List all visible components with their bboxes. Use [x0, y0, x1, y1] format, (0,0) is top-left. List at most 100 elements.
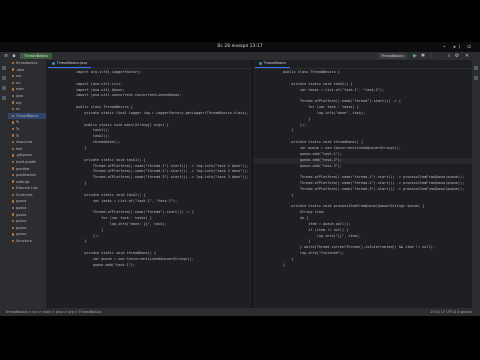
- left-editor[interactable]: ThreadBasics.java import org.slf4j.Logge…: [46, 60, 253, 308]
- file-icon: [12, 239, 15, 243]
- tree-item-label: org: [15, 100, 22, 105]
- clock[interactable]: Вс 28 января 13:17: [0, 44, 480, 49]
- code-line[interactable]: queue.add("task-1");: [46, 263, 252, 269]
- main-toolbar: ≡ ▪ ThreadBasics ThreadBasics ▶ ✱ ⋮ ⌕ ⚙ …: [0, 52, 480, 60]
- system-tray[interactable]: ⌁ ◂) ⏻: [443, 44, 474, 50]
- tree-item[interactable]: resources: [8, 139, 46, 146]
- file-icon: [12, 68, 15, 71]
- status-bar: threadbasics > src > main > java > org >…: [0, 308, 480, 316]
- gradle-icon[interactable]: [474, 76, 478, 80]
- tree-item[interactable]: Scratches: [8, 192, 46, 199]
- search-icon[interactable]: ⌕: [446, 53, 452, 59]
- file-icon: [12, 107, 15, 111]
- code-area-left[interactable]: import org.slf4j.LoggerFactory; import ja…: [46, 70, 252, 269]
- project-icon[interactable]: ▪: [11, 53, 17, 59]
- tree-item[interactable]: gradlew: [8, 166, 46, 173]
- tree-item-label: guava: [15, 199, 27, 204]
- file-icon: [12, 167, 15, 170]
- code-area-right[interactable]: public class ThreadBasics { private stat…: [253, 70, 472, 269]
- right-editor[interactable]: ThreadBasics public class ThreadBasics {…: [253, 60, 472, 308]
- tree-item-label: .idea: [15, 67, 25, 72]
- tree-item[interactable]: org: [8, 100, 46, 107]
- tree-item[interactable]: External Libs: [8, 185, 46, 192]
- tree-item[interactable]: Structure: [8, 238, 46, 245]
- tree-item-label: ThreadBasics: [15, 113, 39, 118]
- tree-item[interactable]: java: [8, 93, 46, 100]
- right-editor-tabs: ThreadBasics: [253, 60, 472, 69]
- tab-label: ThreadBasics.java: [56, 61, 88, 65]
- tree-item[interactable]: guava: [8, 212, 46, 219]
- tree-item[interactable]: Ts: [8, 133, 46, 140]
- structure-tool-icon[interactable]: [2, 86, 6, 90]
- tree-item-label: Ts: [15, 126, 20, 131]
- more-icon[interactable]: ⋮: [428, 53, 434, 59]
- file-icon: [12, 213, 15, 216]
- file-icon: [12, 226, 15, 230]
- tree-item[interactable]: threadbasics: [8, 60, 46, 67]
- tree-item-label: Ts: [15, 120, 20, 125]
- file-icon: [12, 180, 15, 183]
- tree-item-label: resources: [15, 140, 33, 145]
- tree-item-label: guava: [15, 212, 27, 217]
- tree-item[interactable]: main: [8, 86, 46, 93]
- tree-item[interactable]: guava: [8, 198, 46, 205]
- tree-item-label: guava: [15, 225, 27, 230]
- file-icon: [12, 173, 15, 177]
- java-file-icon: [259, 61, 262, 65]
- tree-item[interactable]: Ts: [8, 126, 46, 133]
- file-icon: [12, 233, 15, 236]
- tab-threadbasics-right[interactable]: ThreadBasics: [255, 60, 291, 68]
- tree-item[interactable]: guava: [8, 218, 46, 225]
- tree-item[interactable]: Ts: [8, 119, 46, 126]
- cursor-position[interactable]: 29:21 LF UTF-8 4 spaces: [430, 308, 472, 316]
- tree-item[interactable]: guava: [8, 205, 46, 212]
- tree-item[interactable]: ThreadBasics: [8, 112, 46, 120]
- more-tools-icon[interactable]: [2, 96, 6, 100]
- system-top-bar: Вс 28 января 13:17 ⌁ ◂) ⏻: [0, 42, 480, 52]
- file-icon: [12, 193, 15, 197]
- main-menu-icon[interactable]: ≡: [3, 53, 9, 59]
- ide-window: ≡ ▪ ThreadBasics ThreadBasics ▶ ✱ ⋮ ⌕ ⚙ …: [0, 52, 480, 316]
- notifications-icon[interactable]: [474, 66, 478, 70]
- breadcrumb[interactable]: threadbasics > src > main > java > org >…: [6, 308, 101, 316]
- tree-item-label: ex: [15, 107, 20, 112]
- tree-item-label: main: [15, 87, 25, 92]
- debug-icon[interactable]: ✱: [420, 53, 426, 59]
- tree-item-label: External Libs: [15, 186, 38, 191]
- tree-item[interactable]: guava: [8, 225, 46, 232]
- code-text: }: [283, 262, 286, 267]
- left-tool-stripe: [0, 60, 8, 308]
- tree-item[interactable]: test: [8, 146, 46, 153]
- file-icon: [12, 160, 15, 164]
- tree-item[interactable]: .gitignore: [8, 152, 46, 159]
- tree-item[interactable]: src: [8, 80, 46, 87]
- tree-item[interactable]: gradlew.bat: [8, 172, 46, 179]
- tree-item-label: Structure: [15, 239, 32, 244]
- tab-threadbasics-left[interactable]: ThreadBasics.java: [48, 60, 92, 68]
- tree-item[interactable]: build.gradle: [8, 159, 46, 166]
- tree-item[interactable]: out: [8, 73, 46, 80]
- tree-item[interactable]: settings: [8, 179, 46, 186]
- file-icon: [12, 114, 15, 117]
- tree-item[interactable]: .idea: [8, 67, 46, 74]
- code-text: queue.add("task-1");: [76, 262, 136, 267]
- java-file-icon: [52, 61, 55, 65]
- tree-item[interactable]: ex: [8, 106, 46, 113]
- tree-item[interactable]: guava: [8, 231, 46, 238]
- file-icon: [12, 147, 15, 150]
- tree-item-label: java: [15, 93, 23, 98]
- project-selector[interactable]: ThreadBasics: [20, 53, 52, 59]
- tree-item-label: guava: [15, 232, 27, 237]
- file-icon: [12, 206, 15, 210]
- run-icon[interactable]: ▶: [412, 53, 418, 59]
- close-icon[interactable]: ✕: [464, 53, 470, 59]
- file-icon: [12, 101, 15, 104]
- right-tool-stripe: [472, 60, 480, 308]
- tree-item-label: settings: [15, 179, 30, 184]
- left-editor-tabs: ThreadBasics.java: [46, 60, 252, 69]
- project-tool-icon[interactable]: [2, 66, 6, 70]
- commit-tool-icon[interactable]: [2, 76, 6, 80]
- run-config-selector[interactable]: ThreadBasics: [378, 53, 407, 59]
- code-line[interactable]: }: [253, 263, 472, 269]
- settings-icon[interactable]: ⚙: [454, 53, 460, 59]
